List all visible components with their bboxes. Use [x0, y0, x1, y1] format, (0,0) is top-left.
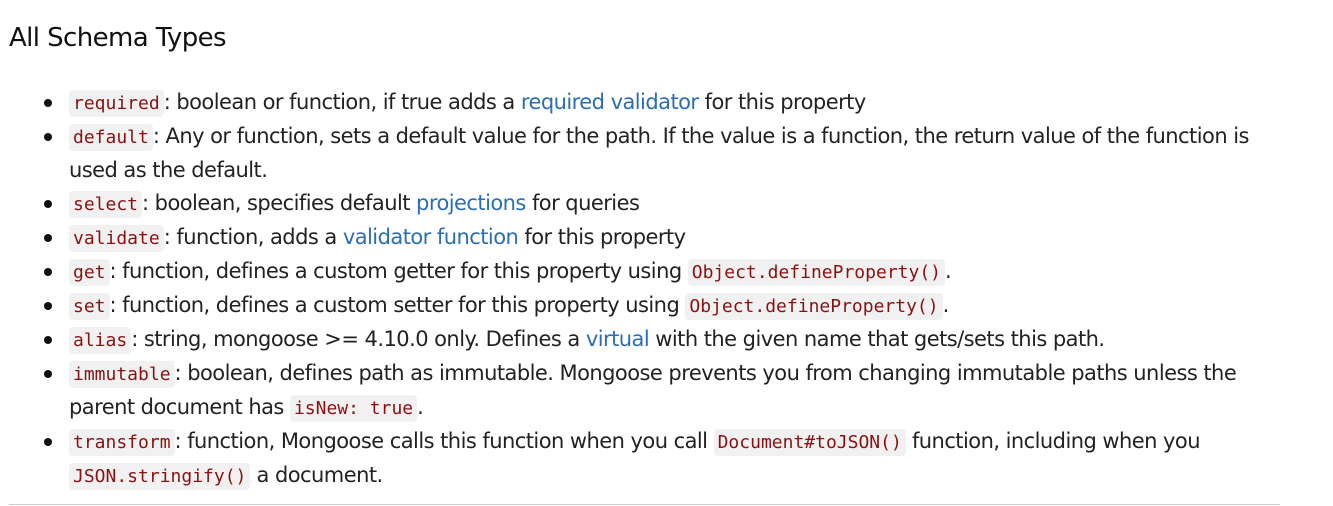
item-text: : Any or function, sets a default value …	[69, 124, 1249, 182]
list-item-set: set: function, defines a custom setter f…	[0, 289, 1294, 323]
horizontal-divider	[9, 504, 1280, 505]
code-required: required	[69, 90, 164, 117]
code-select: select	[69, 191, 143, 218]
item-text: : boolean, specifies default	[142, 191, 417, 215]
list-item-get: get: function, defines a custom getter f…	[0, 255, 1294, 289]
list-item-validate: validate: function, adds a validator fun…	[0, 221, 1294, 255]
virtual-link[interactable]: virtual	[586, 327, 650, 351]
code-validate: validate	[69, 225, 164, 252]
list-item-required: required: boolean or function, if true a…	[0, 86, 1294, 120]
code-immutable: immutable	[69, 361, 175, 388]
item-text: : boolean, defines path as immutable. Mo…	[69, 361, 1237, 419]
code-document-tojson: Document#toJSON()	[713, 429, 906, 456]
code-set: set	[69, 293, 110, 320]
item-text: : function, defines a custom getter for …	[109, 259, 688, 283]
item-text: : function, Mongoose calls this function…	[174, 429, 714, 453]
validator-function-link[interactable]: validator function	[343, 225, 519, 249]
code-default: default	[69, 124, 153, 151]
item-text: .	[945, 259, 952, 283]
code-isnew-true: isNew: true	[289, 395, 418, 422]
item-text: : boolean or function, if true adds a	[163, 90, 521, 114]
section-heading: All Schema Types	[9, 23, 227, 53]
code-get: get	[69, 259, 110, 286]
list-item-default: default: Any or function, sets a default…	[0, 120, 1294, 187]
item-text: a document.	[250, 463, 384, 487]
item-text: : function, defines a custom setter for …	[109, 293, 686, 317]
list-item-select: select: boolean, specifies default proje…	[0, 187, 1294, 221]
item-text: function, including when you	[905, 429, 1201, 453]
item-text: for this property	[698, 90, 867, 114]
code-define-property: Object.defineProperty()	[687, 259, 945, 286]
projections-link[interactable]: projections	[416, 191, 526, 215]
code-json-stringify: JSON.stringify()	[69, 463, 251, 490]
list-item-alias: alias: string, mongoose >= 4.10.0 only. …	[0, 323, 1294, 357]
item-text: .	[942, 293, 950, 317]
item-text: : string, mongoose >= 4.10.0 only. Defin…	[131, 327, 586, 351]
item-text: with the given name that gets/sets this …	[649, 327, 1105, 351]
code-define-property: Object.defineProperty()	[685, 293, 943, 320]
required-validator-link[interactable]: required validator	[521, 90, 699, 114]
code-transform: transform	[69, 429, 175, 456]
schema-types-list: required: boolean or function, if true a…	[0, 86, 1294, 493]
item-text: for this property	[518, 225, 686, 249]
item-text: : function, adds a	[163, 225, 343, 249]
list-item-immutable: immutable: boolean, defines path as immu…	[0, 357, 1294, 425]
item-text: .	[417, 395, 424, 419]
code-alias: alias	[69, 327, 132, 354]
item-text: for queries	[525, 191, 640, 215]
list-item-transform: transform: function, Mongoose calls this…	[0, 425, 1294, 493]
